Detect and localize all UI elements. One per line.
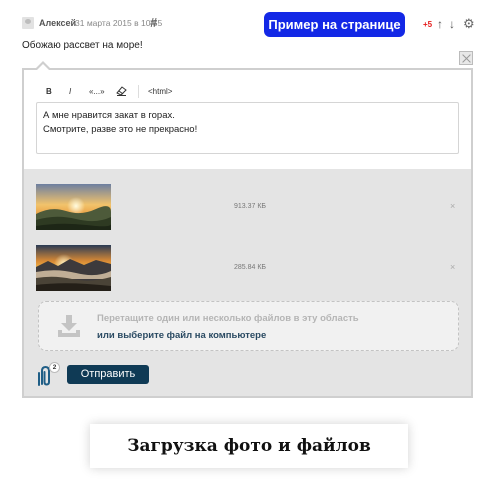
textarea-line: А мне нравится закат в горах. <box>43 110 175 121</box>
reply-editor: B I «...» <html> А мне нравится закат в … <box>22 68 473 398</box>
attachment-row: 913.37 КБ × <box>24 184 471 230</box>
attachment-row: 285.84 КБ × <box>24 245 471 291</box>
remove-file-icon[interactable]: × <box>450 201 455 211</box>
bold-button[interactable]: B <box>46 87 52 96</box>
vote-down-icon[interactable]: ↓ <box>449 17 455 31</box>
file-dropzone[interactable]: Перетащите один или несколько файлов в э… <box>38 301 459 351</box>
dropzone-hint: Перетащите один или несколько файлов в э… <box>97 313 359 324</box>
comment-text: Обожаю рассвет на море! <box>22 40 143 51</box>
editor-pointer-inner <box>37 64 49 70</box>
file-size: 285.84 КБ <box>234 264 267 271</box>
textarea-line: Смотрите, разве это не прекрасно! <box>43 124 198 135</box>
comment-rating: +5 <box>423 20 433 29</box>
file-size: 913.37 КБ <box>234 203 267 210</box>
attachments-area: 913.37 КБ × 285.84 КБ × Перетащите один … <box>24 169 471 396</box>
attachment-thumbnail[interactable] <box>36 184 111 230</box>
gear-icon[interactable]: ⚙ <box>463 16 475 32</box>
close-icon[interactable] <box>459 51 473 65</box>
page-example-button[interactable]: Пример на странице <box>264 12 405 37</box>
avatar[interactable] <box>22 17 34 29</box>
reply-textarea[interactable]: А мне нравится закат в горах. Смотрите, … <box>36 102 459 154</box>
eraser-icon[interactable] <box>116 86 127 96</box>
italic-button[interactable]: I <box>69 87 71 96</box>
vote-up-icon[interactable]: ↑ <box>437 17 443 31</box>
choose-file-link[interactable]: или выберите файл на компьютере <box>97 330 266 341</box>
attachment-thumbnail[interactable] <box>36 245 111 291</box>
comment-header: Алексей 31 марта 2015 в 10:55 # Пример н… <box>22 12 477 37</box>
editor-toolbar: B I «...» <html> <box>36 85 236 101</box>
caption-banner: Загрузка фото и файлов <box>90 424 408 468</box>
send-button[interactable]: Отправить <box>67 365 149 384</box>
permalink-icon[interactable]: # <box>150 15 157 30</box>
download-icon <box>56 313 82 339</box>
remove-file-icon[interactable]: × <box>450 262 455 272</box>
quote-button[interactable]: «...» <box>89 87 105 96</box>
comment-author[interactable]: Алексей <box>39 18 76 28</box>
html-button[interactable]: <html> <box>148 87 172 96</box>
attachments-count-badge: 2 <box>49 362 60 373</box>
toolbar-divider <box>138 85 139 98</box>
